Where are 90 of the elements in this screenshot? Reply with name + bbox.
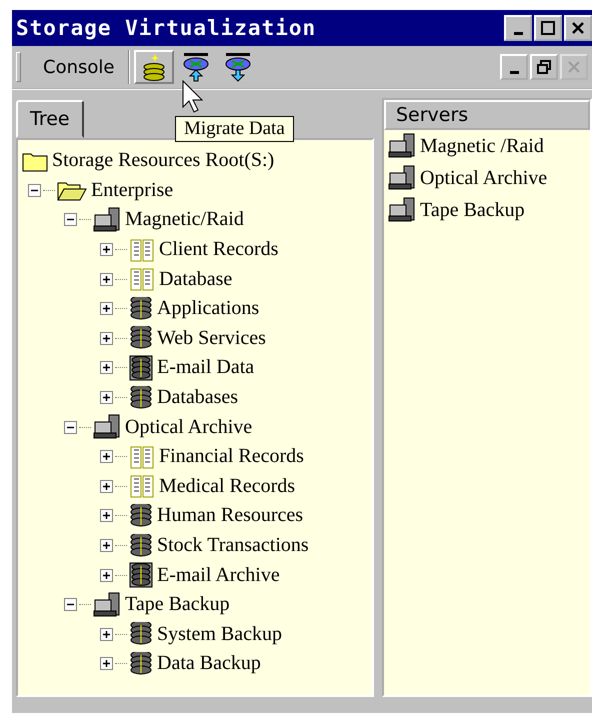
- plus-icon: [102, 452, 111, 462]
- server-icon: [93, 414, 121, 440]
- restore-icon: [537, 60, 551, 74]
- server-icon: [388, 133, 416, 159]
- disk-stack-icon: [129, 504, 153, 528]
- tree-tab[interactable]: Tree: [16, 100, 84, 138]
- server-icon: [388, 165, 416, 191]
- plus-icon: [102, 245, 111, 254]
- book-icon: [129, 266, 155, 292]
- expand-toggle[interactable]: [100, 657, 113, 670]
- expand-toggle[interactable]: [100, 450, 113, 464]
- tree-item[interactable]: Human Resources: [157, 504, 304, 528]
- disk-stack-icon: [129, 652, 153, 676]
- disk-stack-icon: [129, 296, 153, 321]
- tree-item[interactable]: Storage Resources Root(S:): [52, 149, 274, 172]
- tree-item[interactable]: E-mail Data: [157, 356, 254, 380]
- expand-toggle[interactable]: [100, 509, 113, 522]
- plus-icon: [102, 274, 111, 284]
- maximize-icon: [541, 21, 555, 35]
- tree-item[interactable]: Client Records: [159, 238, 278, 262]
- plus-icon: [102, 393, 111, 402]
- maximize-button[interactable]: [534, 15, 562, 41]
- expand-toggle[interactable]: [100, 568, 113, 582]
- tree-item[interactable]: Data Backup: [157, 652, 261, 676]
- tree-item[interactable]: Stock Transactions: [157, 534, 309, 558]
- tree-item[interactable]: Enterprise: [91, 178, 174, 202]
- console-menu[interactable]: Console: [33, 52, 124, 82]
- tree-item[interactable]: Databases: [157, 386, 238, 410]
- server-icon: [388, 197, 416, 223]
- tree-item[interactable]: Web Services: [157, 326, 266, 350]
- close-icon: [567, 60, 581, 74]
- transfer-up-icon: [182, 52, 210, 82]
- book-icon: [129, 473, 155, 500]
- collapse-toggle[interactable]: [64, 598, 77, 612]
- expand-toggle[interactable]: [100, 539, 113, 552]
- disk-sparkle-icon: [141, 53, 168, 81]
- minimize-icon: [514, 32, 522, 34]
- collapse-toggle[interactable]: [28, 184, 41, 197]
- server-icon: [93, 206, 121, 233]
- plus-icon: [102, 304, 111, 314]
- tree-item[interactable]: Database: [159, 268, 232, 291]
- plus-icon: [102, 482, 111, 491]
- collapse-toggle[interactable]: [64, 213, 77, 226]
- column-header[interactable]: Servers: [384, 100, 590, 130]
- book-icon: [129, 236, 155, 263]
- server-item[interactable]: Magnetic /Raid: [420, 134, 544, 158]
- close-button[interactable]: [564, 15, 592, 41]
- tree-item[interactable]: System Backup: [157, 622, 282, 646]
- tree-item[interactable]: Tape Backup: [125, 593, 230, 616]
- tree-item[interactable]: Applications: [157, 297, 260, 320]
- expand-toggle[interactable]: [100, 332, 113, 345]
- expand-toggle[interactable]: [100, 628, 113, 641]
- tree-item[interactable]: E-mail Archive: [157, 564, 280, 587]
- tree-item[interactable]: Optical Archive: [125, 416, 252, 439]
- expand-toggle[interactable]: [100, 272, 113, 286]
- minimize-icon: [510, 70, 518, 74]
- tooltip: Migrate Data: [175, 116, 294, 142]
- disk-stack-icon: [129, 562, 153, 588]
- server-item[interactable]: Optical Archive: [420, 166, 548, 190]
- tree-item[interactable]: Magnetic/Raid: [125, 208, 244, 232]
- plus-icon: [102, 363, 111, 372]
- book-icon: [129, 444, 155, 470]
- close-icon: [571, 21, 585, 35]
- minimize-button[interactable]: [504, 15, 532, 41]
- server-icon: [93, 592, 121, 618]
- plus-icon: [102, 541, 111, 550]
- plus-icon: [102, 511, 111, 520]
- expand-toggle[interactable]: [100, 391, 113, 404]
- disk-stack-icon: [129, 622, 153, 646]
- window-title: Storage Virtualization: [16, 16, 316, 40]
- plus-icon: [102, 334, 111, 343]
- tree-item[interactable]: Financial Records: [159, 445, 304, 468]
- expand-toggle[interactable]: [100, 480, 113, 493]
- collapse-toggle[interactable]: [64, 420, 77, 434]
- restore-button[interactable]: [530, 54, 558, 80]
- disk-stack-icon: [129, 534, 153, 558]
- plus-icon: [102, 570, 111, 580]
- server-item[interactable]: Tape Backup: [420, 198, 525, 222]
- plus-icon: [102, 630, 111, 639]
- transfer-down-icon: [224, 52, 252, 82]
- tree-item[interactable]: Medical Records: [159, 474, 296, 498]
- disk-stack-icon: [129, 354, 153, 381]
- toolbar-button[interactable]: [134, 50, 174, 84]
- disk-stack-icon: [129, 386, 153, 410]
- plus-icon: [102, 659, 111, 668]
- expand-toggle[interactable]: [100, 361, 113, 374]
- disk-stack-icon: [129, 326, 153, 350]
- expand-toggle[interactable]: [100, 243, 113, 256]
- minimize-button[interactable]: [500, 54, 528, 80]
- expand-toggle[interactable]: [100, 302, 113, 316]
